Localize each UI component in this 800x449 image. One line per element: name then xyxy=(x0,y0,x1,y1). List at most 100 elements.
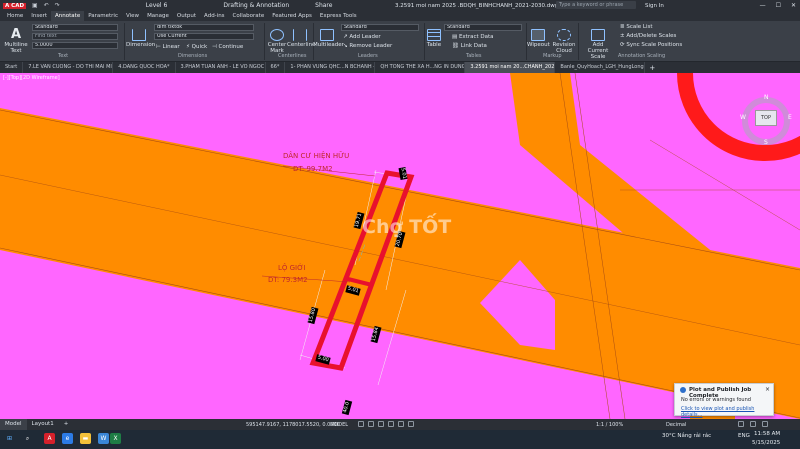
polar-icon[interactable] xyxy=(388,421,394,427)
remove-leader-button[interactable]: ↘ Remove Leader xyxy=(343,43,392,49)
text-panel-label[interactable]: Text xyxy=(58,53,68,59)
plot-publish-notification[interactable]: Plot and Publish Job Complete × No error… xyxy=(674,383,774,418)
tab-annotate[interactable]: Annotate xyxy=(51,10,85,22)
tab-add-ins[interactable]: Add-ins xyxy=(200,11,229,21)
file-explorer-icon[interactable]: ▬ xyxy=(80,433,91,444)
excel-taskbar-icon[interactable]: X xyxy=(110,433,121,444)
annotation-scale-dropdown[interactable]: 1:1 / 100% xyxy=(596,422,623,428)
text-height-dropdown[interactable]: 5.0000 xyxy=(32,42,118,49)
continue-button[interactable]: ⊣ Continue xyxy=(212,44,243,50)
doc-tab[interactable]: 1- PHAN VUNG QHC...N BCHANH - MOI* xyxy=(285,62,376,73)
find-text-input[interactable]: Find text xyxy=(32,33,118,40)
osnap-icon[interactable] xyxy=(398,421,404,427)
centerlines-panel-label[interactable]: Centerlines xyxy=(278,53,306,59)
markup-panel-label[interactable]: Markup xyxy=(543,53,562,59)
units-dropdown[interactable]: Decimal xyxy=(666,422,686,428)
tab-featured-apps[interactable]: Featured Apps xyxy=(268,11,316,21)
compass-n[interactable]: N xyxy=(764,94,769,101)
customize-icon[interactable] xyxy=(762,421,768,427)
help-search-input[interactable]: Type a keyword or phrase xyxy=(556,1,636,9)
sync-scale-positions-button[interactable]: ⟳ Sync Scale Positions xyxy=(620,42,682,48)
doc-tab[interactable]: 7.LE VAN CUONG - DO THI MAI MIEN 567 xyxy=(23,62,114,73)
dimension-button[interactable]: Dimension xyxy=(126,23,155,48)
linear-button[interactable]: ⊢ Linear xyxy=(156,44,180,50)
share-button[interactable]: Share xyxy=(315,2,332,9)
snap-icon[interactable] xyxy=(368,421,374,427)
viewcube[interactable]: TOP N S W E xyxy=(738,93,794,149)
link-data-button[interactable]: ⛓ Link Data xyxy=(452,43,487,49)
dimensions-panel-label[interactable]: Dimensions xyxy=(178,53,207,59)
settings-icon[interactable] xyxy=(738,421,744,427)
multileader-button[interactable]: Multileader xyxy=(313,23,344,48)
annotation-scaling-panel-label[interactable]: Annotation Scaling xyxy=(618,53,665,59)
quick-button[interactable]: ⚡ Quick xyxy=(186,44,207,50)
add-current-scale-button[interactable]: Add Current Scale xyxy=(580,23,616,60)
drawing-canvas[interactable]: — — — 5.01 19.71 20.70 5.01 15.80 15.84 … xyxy=(0,73,800,419)
app-logo[interactable]: A CAD xyxy=(3,2,27,9)
edge-taskbar-icon[interactable]: e xyxy=(62,433,73,444)
tab-home[interactable]: Home xyxy=(3,11,27,21)
extract-data-button[interactable]: ▤ Extract Data xyxy=(452,34,494,40)
weather-widget[interactable]: 30°C Nắng rải rác xyxy=(662,433,711,439)
add-leader-button[interactable]: ↗ Add Leader xyxy=(343,34,381,40)
revision-cloud-button[interactable]: Revision Cloud xyxy=(551,23,577,54)
model-space-button[interactable]: MODEL xyxy=(330,422,348,428)
autocad-taskbar-icon[interactable]: A xyxy=(44,433,55,444)
tab-collaborate[interactable]: Collaborate xyxy=(229,11,269,21)
minimize-icon[interactable]: — xyxy=(760,2,766,9)
lineweight-icon[interactable] xyxy=(408,421,414,427)
fullscreen-icon[interactable] xyxy=(750,421,756,427)
word-taskbar-icon[interactable]: W xyxy=(98,433,109,444)
leader-style-dropdown[interactable]: Standard xyxy=(341,24,419,31)
scale-list-button[interactable]: ≣ Scale List xyxy=(620,24,653,30)
notification-details-link[interactable]: Click to view plot and publish details..… xyxy=(681,406,773,418)
close-icon[interactable]: ✕ xyxy=(791,2,796,9)
layout-tab[interactable]: Layout1 xyxy=(27,419,59,430)
doc-tab[interactable]: QH TONG THE XA H...NG IN DUNG TY LE* xyxy=(375,62,466,73)
leaders-panel-label[interactable]: Leaders xyxy=(358,53,378,59)
tab-insert[interactable]: Insert xyxy=(27,11,51,21)
new-tab-icon[interactable]: + xyxy=(645,64,659,72)
centerline-button[interactable]: Centerline xyxy=(287,23,315,48)
model-tab[interactable]: Model xyxy=(0,419,27,430)
multiline-text-button[interactable]: A Multiline Text xyxy=(4,23,28,54)
sign-in-button[interactable]: Sign In xyxy=(645,3,664,9)
dim-layer-dropdown[interactable]: Use Current xyxy=(154,33,254,40)
center-mark-button[interactable]: Center Mark xyxy=(266,23,288,54)
tab-parametric[interactable]: Parametric xyxy=(84,11,122,21)
tab-view[interactable]: View xyxy=(122,11,143,21)
doc-tab-active[interactable]: 3.2591 moi nam 20...CHANH_2021-2030* xyxy=(465,62,556,73)
tab-express-tools[interactable]: Express Tools xyxy=(316,11,361,21)
compass-s[interactable]: S xyxy=(764,139,768,146)
tab-output[interactable]: Output xyxy=(173,11,200,21)
quick-access-save-icon[interactable]: ▣ xyxy=(32,2,38,9)
compass-w[interactable]: W xyxy=(740,114,746,121)
doc-tab[interactable]: 4.DANG QUOC HOA* xyxy=(113,62,176,73)
table-style-dropdown[interactable]: Standard xyxy=(444,24,522,31)
doc-tab[interactable]: 66* xyxy=(266,62,286,73)
doc-tab[interactable]: 3.PHAM TUAN ANH - LE VO NGOC THAO* xyxy=(176,62,266,73)
maximize-icon[interactable]: ☐ xyxy=(776,2,781,9)
close-icon[interactable]: × xyxy=(765,386,770,393)
dim-style-dropdown[interactable]: dim tiktok xyxy=(154,24,254,31)
table-button[interactable]: Table xyxy=(425,23,443,48)
compass-e[interactable]: E xyxy=(788,114,792,121)
workspace-dropdown[interactable]: Drafting & Annotation xyxy=(223,2,289,9)
add-layout-icon[interactable]: + xyxy=(59,419,74,430)
wipeout-button[interactable]: Wipeout xyxy=(527,23,550,48)
viewport-controls[interactable]: [-][Top][2D Wireframe] xyxy=(3,75,60,81)
grid-icon[interactable] xyxy=(358,421,364,427)
language-indicator[interactable]: ENG xyxy=(738,433,750,439)
ortho-icon[interactable] xyxy=(378,421,384,427)
tables-panel-label[interactable]: Tables xyxy=(466,53,482,59)
clock-date[interactable]: 5/15/2025 xyxy=(752,440,780,446)
tab-manage[interactable]: Manage xyxy=(143,11,173,21)
quick-access-redo-icon[interactable]: ↷ xyxy=(55,2,60,9)
layer-dropdown[interactable]: Level 6 xyxy=(146,2,168,9)
doc-tab[interactable]: Start xyxy=(0,62,24,73)
text-style-dropdown[interactable]: Standard xyxy=(32,24,118,31)
windows-start-icon[interactable]: ⊞ xyxy=(4,433,15,444)
add-delete-scales-button[interactable]: ± Add/Delete Scales xyxy=(620,33,676,39)
taskbar-search-icon[interactable]: ⌕ xyxy=(22,433,33,444)
doc-tab[interactable]: Banle_QuyHoach_LGH_HungLong xyxy=(555,62,646,73)
